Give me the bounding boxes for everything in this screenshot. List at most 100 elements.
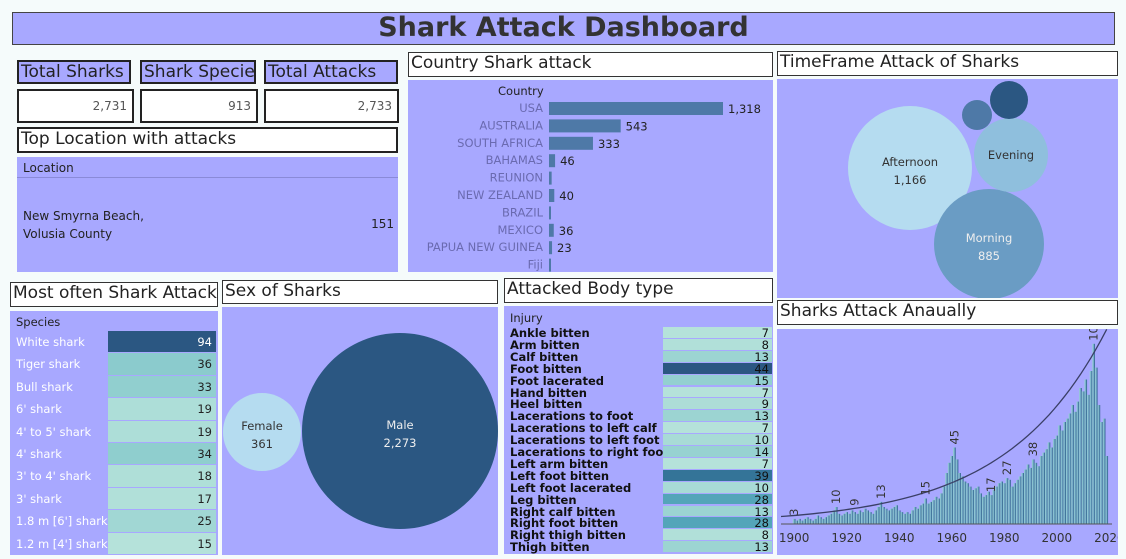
country-bar <box>549 223 554 237</box>
body-type-heat-cell: 9 <box>663 397 772 411</box>
country-label: BAHAMAS <box>486 153 543 167</box>
species-row: 6' shark 19 <box>10 398 218 420</box>
annual-data-label: 38 <box>1026 442 1040 457</box>
annual-bar <box>989 495 993 524</box>
annual-bar <box>1042 452 1046 524</box>
location-name-line1: New Smyrna Beach, <box>23 209 144 223</box>
annual-data-label: 3 <box>787 509 801 516</box>
timeframe-bubble-value: 1,166 <box>894 173 927 187</box>
species-heat-cell: 18 <box>108 465 216 487</box>
body-type-heat-cell: 10 <box>663 433 772 447</box>
annual-bar <box>876 507 880 524</box>
annual-bar <box>847 513 851 524</box>
annual-bar <box>1100 422 1103 524</box>
annual-bar <box>837 513 841 524</box>
location-column-header: Location <box>23 161 74 175</box>
annual-bar <box>884 508 888 524</box>
dashboard-title: Shark Attack Dashboard <box>12 12 1115 45</box>
divider <box>17 177 398 178</box>
annual-bar <box>795 520 799 524</box>
country-bar <box>549 258 551 272</box>
body-type-heat-cell: 7 <box>663 421 772 435</box>
country-bar <box>549 102 723 115</box>
species-value: 17 <box>197 491 212 506</box>
species-heat-cell: 17 <box>108 487 216 510</box>
body-type-heat-cell: 39 <box>663 469 772 483</box>
annual-bar <box>1089 371 1093 524</box>
annual-bar <box>897 510 901 524</box>
annual-bar <box>1076 401 1080 524</box>
country-value-label: 40 <box>559 189 574 203</box>
annual-bar <box>908 513 912 524</box>
annual-bar <box>1050 447 1053 524</box>
country-label: AUSTRALIA <box>479 118 543 132</box>
annual-bar <box>987 491 990 524</box>
annual-bar <box>1010 486 1014 524</box>
annual-data-label: 15 <box>918 481 932 496</box>
annual-bar <box>966 483 969 524</box>
annual-bar <box>992 490 996 524</box>
kpi-total-attacks-label: Total Attacks <box>264 60 398 84</box>
timeframe-chart-panel: Afternoon 1,166 Morning 885 Evening <box>777 79 1118 298</box>
kpi-total-sharks-value: 2,731 <box>17 89 134 123</box>
kpi-total-attacks-value: 2,733 <box>264 89 399 123</box>
species-column-header: Species <box>16 315 61 329</box>
species-table-title: Most often Shark Attack <box>10 282 218 307</box>
annual-bar <box>1021 473 1024 524</box>
annual-bar <box>1094 367 1098 524</box>
annual-bar <box>1105 456 1109 524</box>
annual-bar <box>871 513 875 524</box>
species-label: 4' shark <box>16 447 62 461</box>
body-type-row: Thigh bitten 13 <box>504 540 773 554</box>
body-type-heat-cell: 7 <box>663 326 772 340</box>
annual-bar <box>1081 391 1085 524</box>
country-bar <box>549 136 593 150</box>
body-type-heat-cell: 14 <box>663 445 772 459</box>
species-heat-cell: 19 <box>108 398 216 420</box>
annual-bar <box>1037 466 1040 524</box>
annual-bar <box>1084 379 1088 524</box>
annual-bar <box>829 513 833 524</box>
body-type-heat-cell: 8 <box>663 528 772 542</box>
annual-bar <box>1058 425 1061 524</box>
annual-chart-title: Sharks Attack Anaually <box>777 300 1118 325</box>
annual-bar <box>861 512 864 524</box>
species-label: 1.2 m [4'] shark <box>16 536 108 551</box>
body-type-heat-cell: 7 <box>663 386 772 400</box>
species-heat-cell: 19 <box>108 420 216 442</box>
sex-bubble-value: 2,273 <box>384 436 417 450</box>
annual-bar <box>811 520 814 524</box>
species-value: 19 <box>197 402 212 417</box>
annual-bar <box>1008 479 1011 524</box>
body-type-heat-cell: 28 <box>663 516 772 530</box>
annual-bar <box>798 518 801 524</box>
country-value-label: 543 <box>626 119 648 133</box>
annual-bar <box>890 508 893 524</box>
annual-bar <box>979 493 982 524</box>
country-bar <box>549 241 553 255</box>
annual-bar <box>932 500 935 524</box>
annual-bar <box>853 512 856 524</box>
annual-bar <box>924 498 927 524</box>
species-label: 3' shark <box>16 491 62 506</box>
country-label: NEW ZEALAND <box>457 188 543 202</box>
species-label: 4' to 5' shark <box>16 424 92 439</box>
annual-bar <box>1092 343 1095 524</box>
country-value-label: 36 <box>559 224 574 238</box>
country-chart-panel: Country USA 1,318 AUSTRALIA 543 SOUTH AFRICA… <box>408 80 773 272</box>
annual-bar <box>850 510 854 524</box>
timeframe-bubble <box>962 100 992 130</box>
annual-x-tick-label: 2020 <box>1094 531 1118 545</box>
annual-data-label: 27 <box>1000 460 1014 475</box>
species-row: White shark 94 <box>10 331 218 353</box>
annual-data-label: 106 <box>1087 329 1101 341</box>
country-value-label: 333 <box>598 137 620 151</box>
annual-bar <box>840 515 843 524</box>
species-value: 36 <box>197 357 212 372</box>
species-label: Tiger shark <box>16 357 81 372</box>
annual-bar-chart: 1900 1920 1940 1960 1980 2000 2020 3 10 9 13 15 45 17… <box>779 329 1118 545</box>
body-type-panel: Injury Ankle bitten 7 Arm bitten 8 Calf bitt… <box>504 306 773 554</box>
sex-chart-title: Sex of Sharks <box>222 280 498 304</box>
kpi-shark-species-value: 913 <box>140 89 258 123</box>
annual-x-tick-label: 1960 <box>936 531 967 545</box>
